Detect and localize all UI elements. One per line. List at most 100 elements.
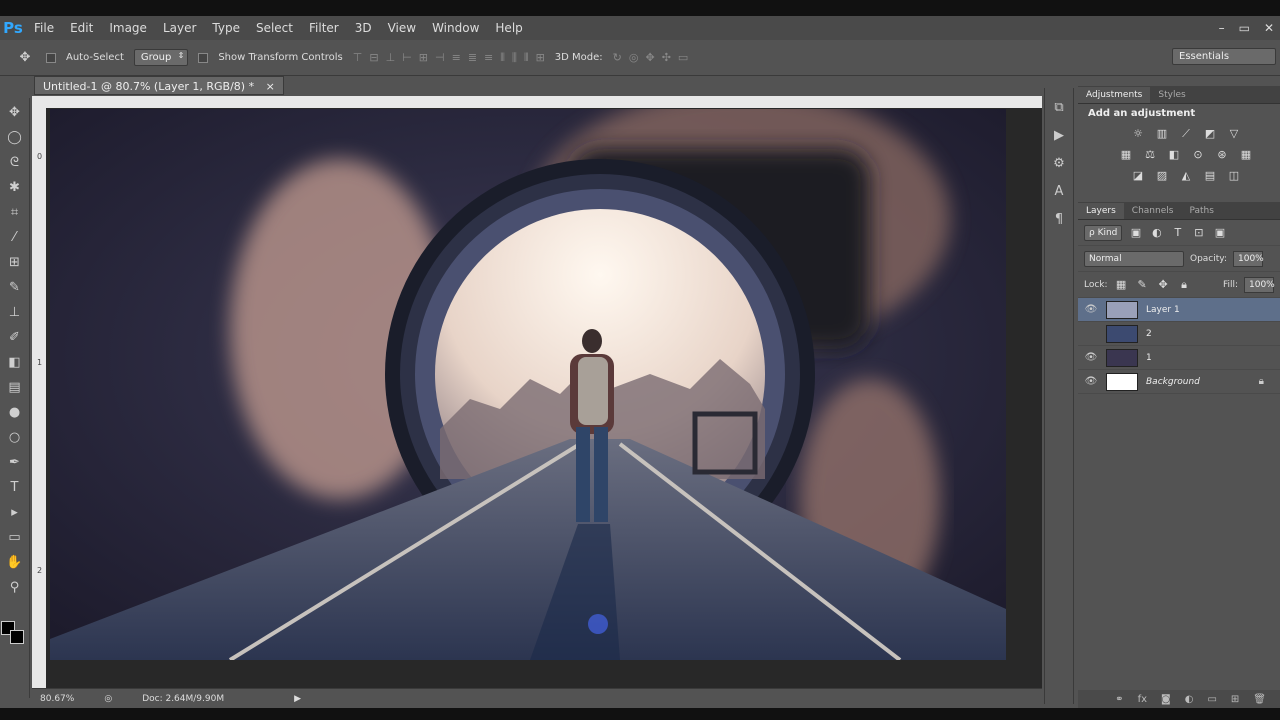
filter-adjust-icon[interactable]: ◐: [1149, 225, 1164, 240]
lasso-tool-icon[interactable]: ᘓ: [4, 152, 26, 173]
lock-pixels-icon[interactable]: ✎: [1135, 277, 1150, 292]
color-balance-icon[interactable]: ⚖: [1143, 147, 1158, 162]
link-layers-icon[interactable]: ⚭: [1115, 694, 1123, 705]
tab-layers[interactable]: Layers: [1078, 203, 1124, 219]
move-tool-preset-icon[interactable]: ✥: [14, 47, 36, 68]
hue-icon[interactable]: ▦: [1119, 147, 1134, 162]
tab-styles[interactable]: Styles: [1150, 87, 1193, 103]
menu-filter[interactable]: Filter: [301, 16, 347, 40]
auto-select-dropdown[interactable]: Group: [133, 49, 189, 66]
opacity-input[interactable]: 100%: [1233, 250, 1264, 267]
blend-mode-dropdown[interactable]: Normal: [1084, 250, 1184, 267]
menu-select[interactable]: Select: [248, 16, 301, 40]
3d-roll-icon[interactable]: ◎: [629, 51, 639, 64]
align-right-icon[interactable]: ⊣: [435, 51, 445, 65]
align-vcenter-icon[interactable]: ⊟: [369, 51, 378, 65]
color-lookup-icon[interactable]: ▦: [1239, 147, 1254, 162]
filter-pixel-icon[interactable]: ▣: [1128, 225, 1143, 240]
visibility-eye-icon[interactable]: 👁︎: [1084, 376, 1098, 387]
fx-icon[interactable]: fx: [1138, 694, 1147, 705]
menu-window[interactable]: Window: [424, 16, 487, 40]
levels-icon[interactable]: ▥: [1155, 126, 1170, 141]
brightness-icon[interactable]: ☼: [1131, 126, 1146, 141]
workspace-dropdown[interactable]: Essentials: [1172, 48, 1276, 65]
auto-select-checkbox[interactable]: [46, 52, 56, 63]
3d-rotate-icon[interactable]: ↻: [613, 51, 622, 64]
menu-view[interactable]: View: [380, 16, 424, 40]
layer-row-background[interactable]: 👁︎ Background 🔒︎: [1078, 370, 1280, 394]
layer-row-1[interactable]: 👁︎ 1: [1078, 346, 1280, 370]
healing-brush-icon[interactable]: ⊞: [4, 252, 26, 273]
lock-position-icon[interactable]: ✥: [1156, 277, 1171, 292]
distribute-hc-icon[interactable]: ⫼: [512, 51, 517, 65]
lock-all-icon[interactable]: 🔒︎: [1177, 277, 1192, 292]
align-bottom-icon[interactable]: ⊥: [386, 51, 396, 65]
layer-row-2[interactable]: 2: [1078, 322, 1280, 346]
magic-wand-icon[interactable]: ✱: [4, 177, 26, 198]
pen-tool-icon[interactable]: ✒: [4, 452, 26, 473]
close-icon[interactable]: ✕: [1264, 21, 1274, 35]
fill-input[interactable]: 100%: [1244, 276, 1275, 293]
vibrance-icon[interactable]: ▽: [1227, 126, 1242, 141]
menu-help[interactable]: Help: [487, 16, 530, 40]
hand-tool-icon[interactable]: ✋: [4, 552, 26, 573]
3d-camera-icon[interactable]: ▭: [678, 51, 688, 64]
zoom-tool-icon[interactable]: ⚲: [4, 577, 26, 598]
layer-row-layer-1[interactable]: 👁︎ Layer 1: [1078, 298, 1280, 322]
menu-image[interactable]: Image: [101, 16, 155, 40]
dodge-tool-icon[interactable]: ○: [4, 427, 26, 448]
3d-drag-icon[interactable]: ✥: [645, 51, 654, 64]
bw-icon[interactable]: ◧: [1167, 147, 1182, 162]
move-tool-icon[interactable]: ✥: [4, 102, 26, 123]
filter-smart-icon[interactable]: ▣: [1212, 225, 1227, 240]
kind-filter-dropdown[interactable]: ρ Kind: [1084, 224, 1123, 241]
3d-slide-icon[interactable]: ✣: [662, 51, 671, 64]
history-panel-icon[interactable]: ⧉: [1049, 98, 1069, 116]
shape-tool-icon[interactable]: ▭: [4, 527, 26, 548]
properties-panel-icon[interactable]: ⚙: [1049, 154, 1069, 172]
distribute-r-icon[interactable]: ⫴: [524, 51, 529, 65]
character-panel-icon[interactable]: A: [1049, 182, 1069, 200]
menu-file[interactable]: File: [26, 16, 62, 40]
curves-icon[interactable]: ⟋: [1179, 126, 1194, 141]
posterize-icon[interactable]: ▨: [1155, 168, 1170, 183]
crop-tool-icon[interactable]: ⌗: [4, 202, 26, 223]
canvas-image[interactable]: [50, 109, 1006, 660]
minimize-icon[interactable]: –: [1219, 21, 1225, 35]
menu-layer[interactable]: Layer: [155, 16, 204, 40]
distribute-h-icon[interactable]: ⫴: [500, 51, 505, 65]
distribute-b-icon[interactable]: ≡: [484, 51, 493, 65]
status-info-icon[interactable]: ◎: [104, 694, 112, 704]
lock-transparent-icon[interactable]: ▦: [1114, 277, 1129, 292]
channel-mixer-icon[interactable]: ⊛: [1215, 147, 1230, 162]
new-group-icon[interactable]: ▭: [1207, 694, 1216, 705]
gradient-map-icon[interactable]: ▤: [1203, 168, 1218, 183]
visibility-eye-icon[interactable]: 👁︎: [1084, 304, 1098, 315]
blur-tool-icon[interactable]: ●: [4, 402, 26, 423]
align-top-icon[interactable]: ⊤: [353, 51, 363, 65]
history-brush-icon[interactable]: ✐: [4, 327, 26, 348]
align-hcenter-icon[interactable]: ⊞: [419, 51, 428, 65]
status-menu-icon[interactable]: ▶: [294, 694, 301, 704]
type-tool-icon[interactable]: T: [4, 477, 26, 498]
zoom-level[interactable]: 80.67%: [40, 694, 74, 704]
eyedropper-icon[interactable]: ⁄: [4, 227, 26, 248]
menu-edit[interactable]: Edit: [62, 16, 101, 40]
photo-filter-icon[interactable]: ⊙: [1191, 147, 1206, 162]
gradient-tool-icon[interactable]: ▤: [4, 377, 26, 398]
marquee-tool-icon[interactable]: ◯: [4, 127, 26, 148]
actions-panel-icon[interactable]: ▶: [1049, 126, 1069, 144]
visibility-eye-icon[interactable]: 👁︎: [1084, 352, 1098, 363]
show-transform-checkbox[interactable]: [198, 52, 209, 63]
restore-icon[interactable]: ▭: [1239, 21, 1250, 35]
document-tab[interactable]: Untitled-1 @ 80.7% (Layer 1, RGB/8) * ×: [34, 76, 284, 95]
add-mask-icon[interactable]: ◙: [1161, 694, 1171, 705]
tab-paths[interactable]: Paths: [1181, 203, 1221, 219]
exposure-icon[interactable]: ◩: [1203, 126, 1218, 141]
brush-tool-icon[interactable]: ✎: [4, 277, 26, 298]
menu-3d[interactable]: 3D: [347, 16, 380, 40]
auto-align-icon[interactable]: ⊞: [536, 51, 545, 65]
selective-color-icon[interactable]: ◫: [1227, 168, 1242, 183]
menu-type[interactable]: Type: [204, 16, 248, 40]
distribute-icon[interactable]: ≡: [452, 51, 461, 65]
